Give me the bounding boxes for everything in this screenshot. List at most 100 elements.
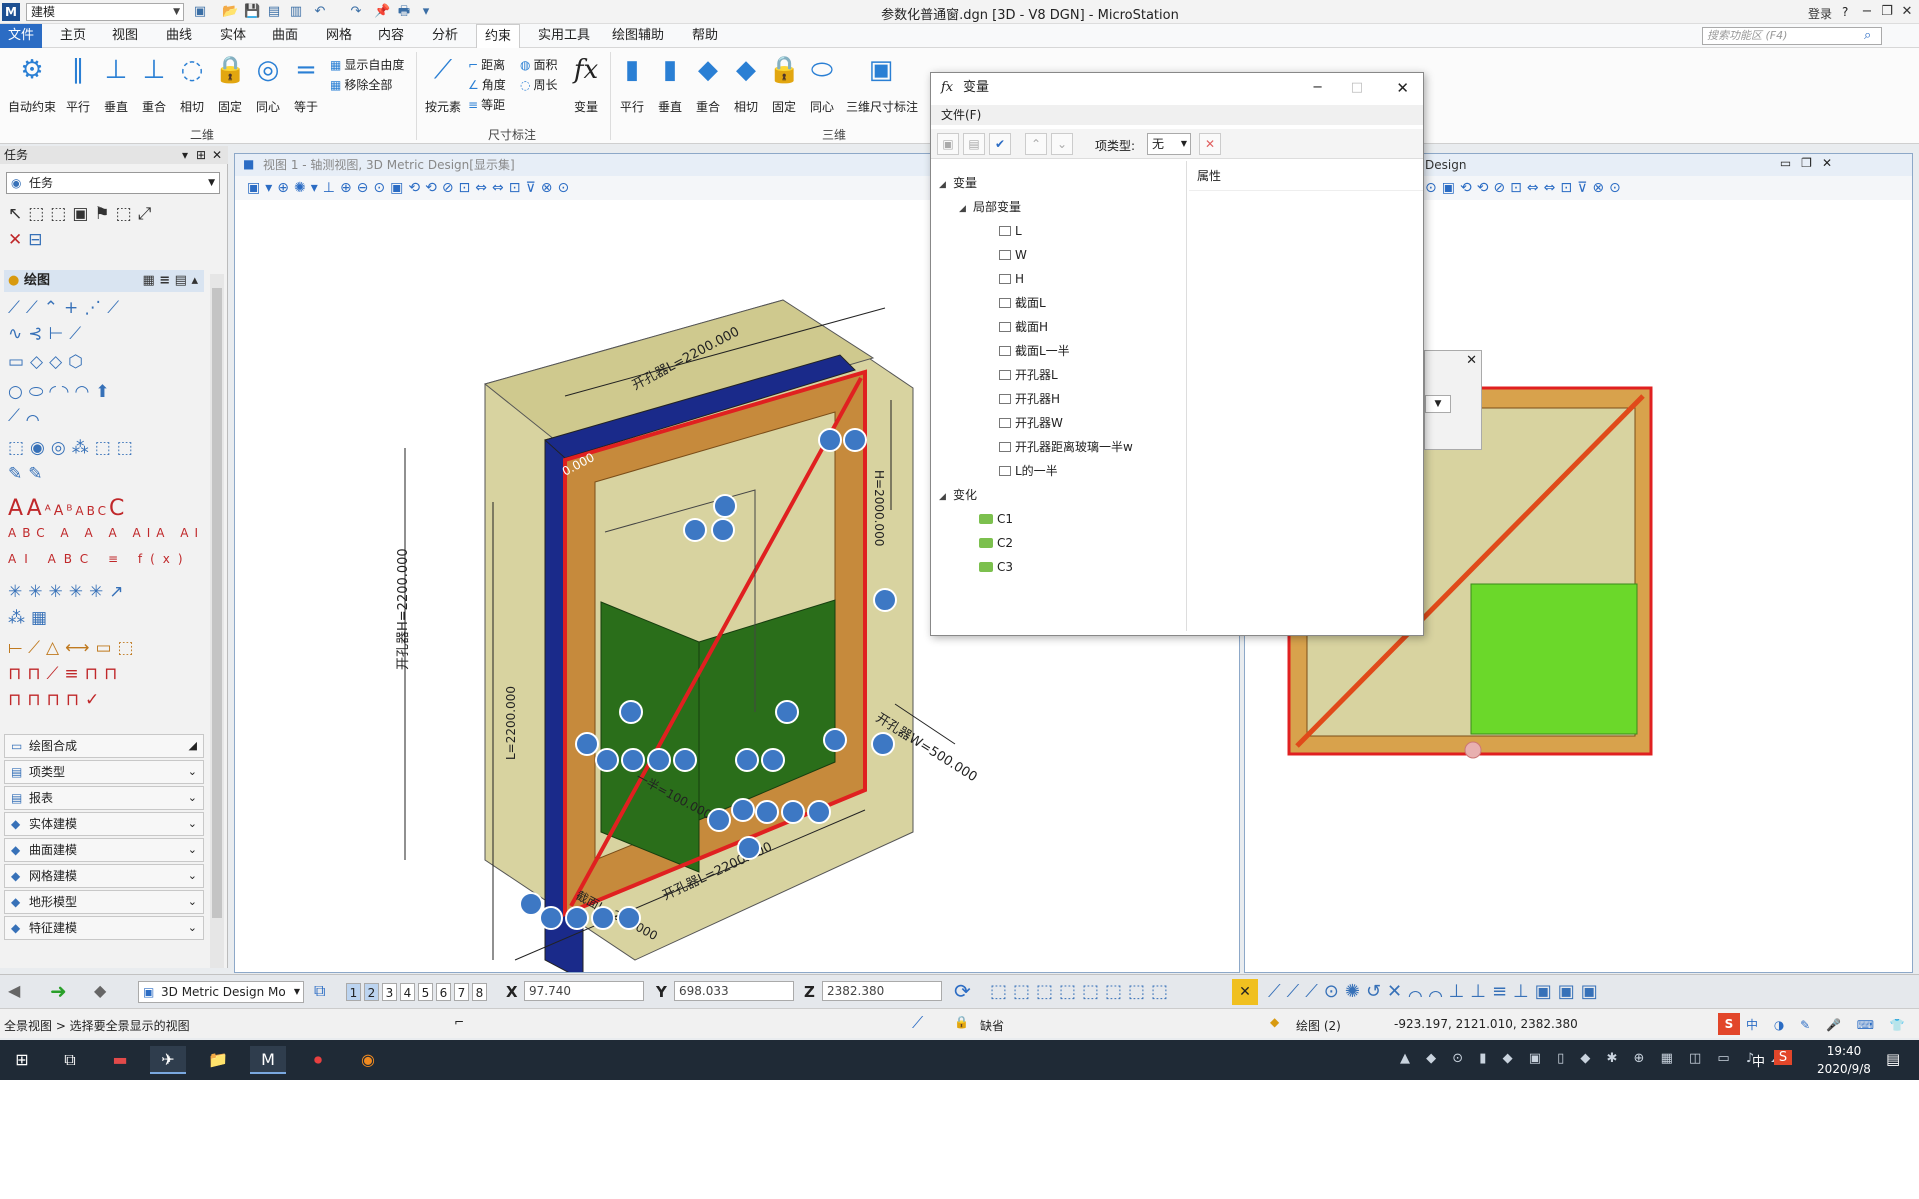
perimeter-button[interactable]: ◌ 周长 — [520, 76, 558, 94]
fix-2d-button[interactable]: 🔒 固定 — [210, 54, 250, 122]
tab-analysis[interactable]: 分析 — [424, 24, 466, 48]
dimension-tools-row[interactable]: ⟝⟋△⟷▭⬚ — [8, 638, 140, 664]
perpendicular-2d-button[interactable]: ⊥ 垂直 — [96, 54, 136, 122]
view-toggle-8[interactable]: 8 — [472, 983, 487, 1001]
close-icon[interactable]: ✕ — [1466, 353, 1477, 368]
item-type-select[interactable]: 无 ▼ — [1147, 133, 1191, 155]
app-red-icon[interactable]: ▬ — [102, 1046, 138, 1074]
delete-tool-row[interactable]: ✕⊟ — [8, 230, 49, 256]
perpendicular-3d-button[interactable]: ▮ 垂直 — [650, 54, 690, 122]
show-dof-button[interactable]: ▦ 显示自由度 — [330, 56, 404, 74]
sogou-ime-icon[interactable]: S — [1718, 1013, 1740, 1035]
tree-variable-item[interactable]: 截面L — [931, 291, 1186, 315]
tree-variable-item[interactable]: L的一半 — [931, 459, 1186, 483]
section-solid-modeling[interactable]: ◆ 实体建模 ⌄ — [4, 812, 204, 836]
arc-tools-row[interactable]: ⟋⌒ — [8, 406, 45, 432]
dim-misc-tools-row[interactable]: ⊓⊓⊓⊓✓ — [8, 690, 105, 716]
constraint-handle-icon[interactable] — [617, 906, 641, 930]
fix-3d-button[interactable]: 🔒 固定 — [764, 54, 804, 122]
pin-icon[interactable]: ⊞ — [196, 146, 206, 164]
ribbon-search-input[interactable]: 搜索功能区 (F4) — [1702, 27, 1882, 45]
microstation-logo-icon[interactable]: M — [2, 3, 20, 21]
print-icon[interactable]: 🖶 — [396, 4, 412, 20]
view-toggle-6[interactable]: 6 — [436, 983, 451, 1001]
minimize-icon[interactable]: − — [1856, 2, 1878, 22]
tangent-2d-button[interactable]: ◌ 相切 — [172, 54, 212, 122]
clock-date[interactable]: 2020/9/8 — [1804, 1062, 1884, 1076]
view-groups-icon[interactable]: ⧉ — [314, 981, 325, 1001]
ime-indicator[interactable]: 中 — [1752, 1051, 1765, 1070]
constraint-handle-icon[interactable] — [591, 906, 615, 930]
compress-icon[interactable]: ▥ — [288, 4, 304, 20]
active-level-label[interactable]: 绘图 (2) — [1296, 1017, 1341, 1034]
view-toggle-2[interactable]: 2 — [364, 983, 379, 1001]
tab-home[interactable]: 主页 — [52, 24, 94, 48]
constraint-handle-icon[interactable] — [519, 892, 543, 916]
variables-button[interactable]: fx 变量 — [566, 54, 606, 122]
pin-icon[interactable]: 📌 — [374, 4, 390, 20]
equal-2d-button[interactable]: = 等于 — [286, 54, 326, 122]
by-element-button[interactable]: ⟋ 按元素 — [420, 54, 466, 122]
view-toggle-7[interactable]: 7 — [454, 983, 469, 1001]
clock-time[interactable]: 19:40 — [1814, 1044, 1874, 1058]
constraint-handle-icon[interactable] — [647, 748, 671, 772]
line-tools-row[interactable]: ⟋⟋⌃+⋰⟋ — [8, 298, 125, 324]
constraint-handle-icon[interactable] — [823, 728, 847, 752]
dim-edit-tools-row[interactable]: ⊓⊓⟋≡⊓⊓ — [8, 664, 123, 690]
tab-content[interactable]: 内容 — [370, 24, 412, 48]
record-icon[interactable]: ⏺ — [300, 1046, 336, 1074]
constraint-handle-icon[interactable] — [761, 748, 785, 772]
copy-variable-button[interactable]: ▤ — [963, 133, 985, 155]
view-mode-icons[interactable]: ▦ ≡ ▤ ▴ — [142, 270, 198, 292]
constraint-handle-icon[interactable] — [711, 518, 735, 542]
tab-file[interactable]: 文件 — [0, 24, 43, 48]
constraint-handle-icon[interactable] — [621, 748, 645, 772]
concentric-2d-button[interactable]: ◎ 同心 — [248, 54, 288, 122]
microstation-taskbar-icon[interactable]: M — [250, 1046, 286, 1074]
ime-toolbar-icons[interactable]: 中 ◑ ✎ 🎤 ⌨ 👕 ▦ — [1746, 1016, 1919, 1033]
polyline-tools-row[interactable]: ∿⊰⊢⟋ — [8, 324, 87, 350]
annotation-tools-row[interactable]: ✎✎ — [8, 464, 49, 490]
area-button[interactable]: ◍ 面积 — [520, 56, 558, 74]
move-up-button[interactable]: ⌃ — [1025, 133, 1047, 155]
login-link[interactable]: 登录 — [1808, 5, 1832, 22]
tree-variable-item[interactable]: W — [931, 243, 1186, 267]
constraint-handle-icon[interactable] — [737, 836, 761, 860]
text-misc-tools-row[interactable]: AI ABC ≡ f(x) — [8, 552, 191, 578]
cancel-tool-icon[interactable]: ✕ — [1232, 979, 1258, 1005]
save-icon[interactable]: 💾 — [244, 4, 260, 20]
maximize-icon[interactable]: ❐ — [1876, 2, 1898, 22]
constraint-handle-icon[interactable] — [565, 906, 589, 930]
constraint-handle-icon[interactable] — [707, 808, 731, 832]
z-coordinate-input[interactable]: 2382.380 — [822, 981, 942, 1001]
windows-start-icon[interactable]: ⊞ — [4, 1046, 40, 1074]
model-select[interactable]: ▣ 3D Metric Design Mo ▼ — [138, 981, 304, 1003]
tree-variable-item[interactable]: L — [931, 219, 1186, 243]
section-item-types[interactable]: ▤ 项类型 ⌄ — [4, 760, 204, 784]
text-tools-row[interactable]: AAᴬAᴮABCC — [8, 496, 127, 522]
tree-variable-item[interactable]: 开孔器H — [931, 387, 1186, 411]
view-toggle-4[interactable]: 4 — [400, 983, 415, 1001]
coincident-3d-button[interactable]: ◆ 重合 — [688, 54, 728, 122]
tree-variable-item[interactable]: 开孔器L — [931, 363, 1186, 387]
view-cube-tools[interactable]: ⬚⬚⬚⬚⬚⬚⬚⬚ — [990, 981, 1174, 1002]
close-icon[interactable]: ✕ — [212, 146, 222, 164]
workflow-select[interactable]: 建模 ▼ — [26, 3, 184, 21]
text-edit-tools-row[interactable]: ABC A A A AIA AI — [8, 526, 204, 552]
section-mesh-modeling[interactable]: ◆ 网格建模 ⌄ — [4, 864, 204, 888]
undo-icon[interactable]: ↶ — [312, 4, 328, 20]
customize-icon[interactable]: ▾ — [418, 4, 434, 20]
section-reports[interactable]: ▤ 报表 ⌄ — [4, 786, 204, 810]
rotate-icon[interactable]: ⟳ — [954, 979, 971, 1003]
constraint-handle-icon[interactable] — [575, 732, 599, 756]
tree-variation-item[interactable]: C2 — [931, 531, 1186, 555]
app-orange-icon[interactable]: ◉ — [350, 1046, 386, 1074]
snap-tools[interactable]: ⟋⟋⟋⊙✺↺✕⌒⌒⊥⊥≡⊥▣▣▣ — [1268, 981, 1604, 1002]
tree-variable-item[interactable]: H — [931, 267, 1186, 291]
tab-drawing-aids[interactable]: 绘图辅助 — [604, 24, 672, 48]
circle-tools-row[interactable]: ○⬭◜◝◠⬆ — [8, 382, 116, 408]
dimension-3d-button[interactable]: ▣ 三维尺寸标注 — [846, 54, 918, 122]
back-icon[interactable]: ◀ — [8, 981, 20, 1000]
auto-constrain-button[interactable]: ⚙ 自动约束 — [8, 54, 56, 122]
help-link[interactable]: ? — [1842, 5, 1848, 19]
